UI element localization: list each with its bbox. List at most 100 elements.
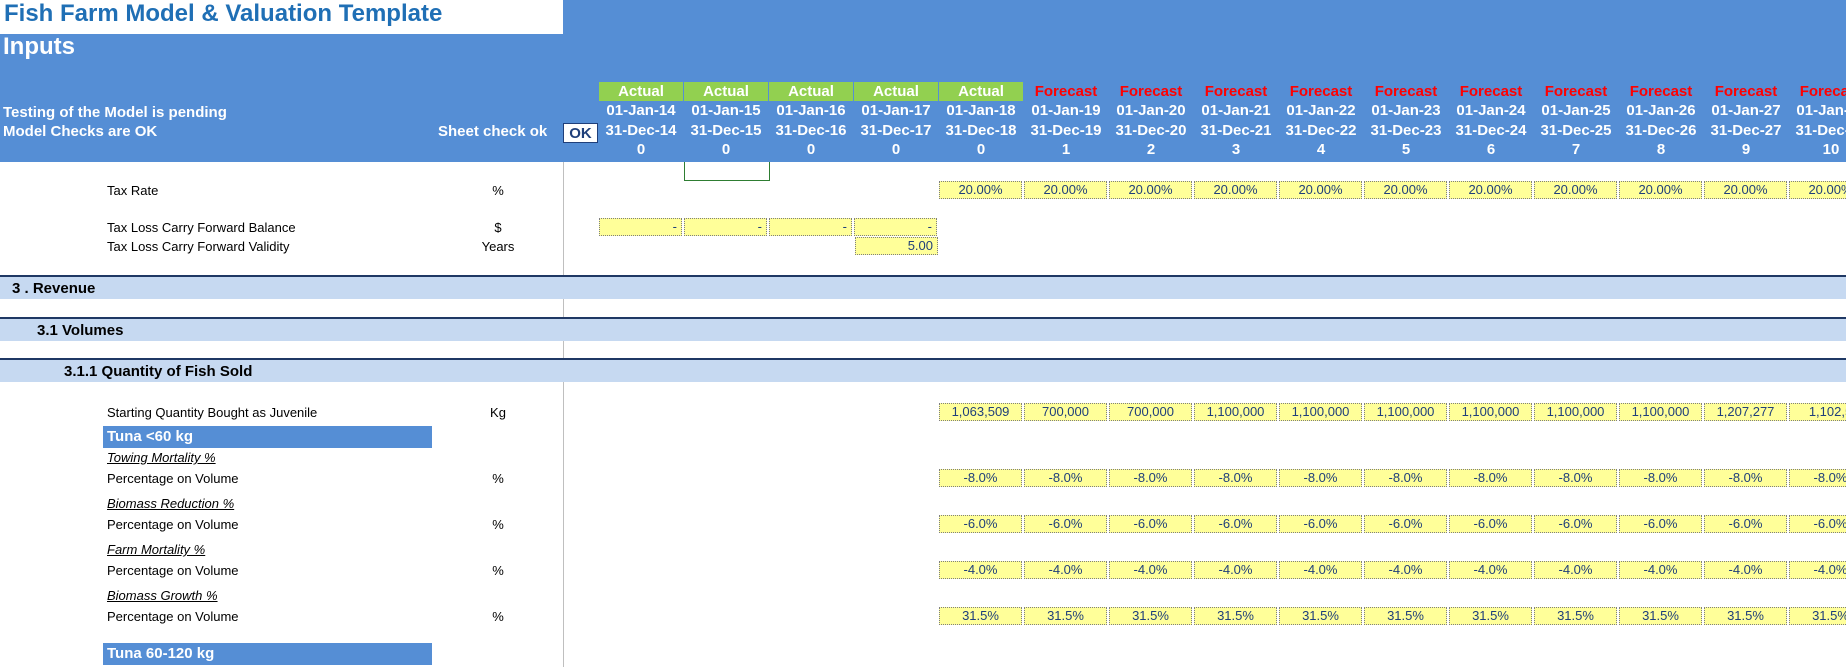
rate-row-unit: % xyxy=(492,471,504,486)
period-end-date: 31-Dec-14 xyxy=(605,122,677,139)
tax-rate-cell[interactable]: 20.00% xyxy=(1109,181,1192,199)
tax-rate-unit: % xyxy=(492,183,504,198)
rate-cell[interactable]: -8.0% xyxy=(1109,469,1192,487)
rate-cell[interactable]: -6.0% xyxy=(1279,515,1362,533)
rate-cell[interactable]: 31.5% xyxy=(1534,607,1617,625)
rate-cell[interactable]: -4.0% xyxy=(1194,561,1277,579)
starting-quantity-cell[interactable]: 1,100,000 xyxy=(1449,403,1532,421)
rate-cell[interactable]: -4.0% xyxy=(939,561,1022,579)
period-end-date: 31-Dec-25 xyxy=(1540,122,1612,139)
rate-cell[interactable]: -6.0% xyxy=(1619,515,1702,533)
starting-quantity-label: Starting Quantity Bought as Juvenile xyxy=(107,405,318,420)
rate-cell[interactable]: -4.0% xyxy=(1704,561,1787,579)
rate-cell[interactable]: -4.0% xyxy=(1789,561,1846,579)
rate-cell[interactable]: 31.5% xyxy=(1619,607,1702,625)
rate-cell[interactable]: 31.5% xyxy=(1024,607,1107,625)
rate-cell[interactable]: -4.0% xyxy=(1534,561,1617,579)
starting-quantity-cell[interactable]: 1,100,000 xyxy=(1194,403,1277,421)
tax-rate-cell[interactable]: 20.00% xyxy=(1279,181,1362,199)
sheet-check-label: Sheet check ok xyxy=(438,123,548,140)
tax-rate-cell[interactable]: 20.00% xyxy=(1194,181,1277,199)
tax-rate-cell[interactable]: 20.00% xyxy=(1534,181,1617,199)
tax-loss-balance-cell[interactable]: - xyxy=(684,218,767,236)
period-status: Forecast xyxy=(1629,83,1693,100)
starting-quantity-cell[interactable]: 1,100,000 xyxy=(1364,403,1447,421)
ok-badge[interactable]: OK xyxy=(563,123,598,143)
tax-loss-validity-cell[interactable]: 5.00 xyxy=(855,237,938,255)
rate-cell[interactable]: 31.5% xyxy=(1279,607,1362,625)
period-status: Actual xyxy=(769,82,853,101)
rate-cell[interactable]: -8.0% xyxy=(1364,469,1447,487)
rate-cell[interactable]: -6.0% xyxy=(1534,515,1617,533)
rate-cell[interactable]: -6.0% xyxy=(1789,515,1846,533)
period-status: Actual xyxy=(854,82,938,101)
period-end-date: 31-Dec-15 xyxy=(690,122,762,139)
starting-quantity-cell[interactable]: 1,063,509 xyxy=(939,403,1022,421)
period-index: 0 xyxy=(636,141,646,158)
tax-loss-balance-cell[interactable]: - xyxy=(854,218,937,236)
rate-cell[interactable]: -6.0% xyxy=(939,515,1022,533)
rate-cell[interactable]: -8.0% xyxy=(939,469,1022,487)
period-status: Actual xyxy=(939,82,1023,101)
rate-cell[interactable]: 31.5% xyxy=(1704,607,1787,625)
tax-rate-cell[interactable]: 20.00% xyxy=(1704,181,1787,199)
period-index: 0 xyxy=(721,141,731,158)
period-start-date: 01-Jan-14 xyxy=(606,102,676,119)
rate-cell[interactable]: -8.0% xyxy=(1704,469,1787,487)
rate-cell[interactable]: -4.0% xyxy=(1364,561,1447,579)
period-status: Actual xyxy=(599,82,683,101)
period-end-date: 31-Dec-23 xyxy=(1370,122,1442,139)
period-index: 2 xyxy=(1146,141,1156,158)
period-end-date: 31-Dec-18 xyxy=(945,122,1017,139)
rate-cell[interactable]: -4.0% xyxy=(1279,561,1362,579)
period-index: 7 xyxy=(1571,141,1581,158)
rate-cell[interactable]: -6.0% xyxy=(1704,515,1787,533)
rate-cell[interactable]: -8.0% xyxy=(1024,469,1107,487)
rate-cell[interactable]: -4.0% xyxy=(1619,561,1702,579)
rate-cell[interactable]: 31.5% xyxy=(1449,607,1532,625)
tax-rate-cell[interactable]: 20.00% xyxy=(1789,181,1846,199)
rate-cell[interactable]: -8.0% xyxy=(1619,469,1702,487)
tax-loss-balance-cell[interactable]: - xyxy=(769,218,852,236)
rate-cell[interactable]: -8.0% xyxy=(1449,469,1532,487)
starting-quantity-cell[interactable]: 1,207,277 xyxy=(1704,403,1787,421)
group-tuna-under-60: Tuna <60 kg xyxy=(103,426,432,448)
rate-cell[interactable]: 31.5% xyxy=(939,607,1022,625)
period-end-date: 31-Dec-24 xyxy=(1455,122,1527,139)
rate-cell[interactable]: 31.5% xyxy=(1789,607,1846,625)
rate-cell[interactable]: 31.5% xyxy=(1109,607,1192,625)
tax-rate-cell[interactable]: 20.00% xyxy=(1449,181,1532,199)
rate-cell[interactable]: -4.0% xyxy=(1109,561,1192,579)
period-end-date: 31-Dec-20 xyxy=(1115,122,1187,139)
rate-cell[interactable]: -6.0% xyxy=(1194,515,1277,533)
rate-cell[interactable]: -6.0% xyxy=(1364,515,1447,533)
rate-cell[interactable]: -6.0% xyxy=(1449,515,1532,533)
rate-cell[interactable]: -6.0% xyxy=(1024,515,1107,533)
rate-cell[interactable]: -6.0% xyxy=(1109,515,1192,533)
rate-cell[interactable]: -8.0% xyxy=(1789,469,1846,487)
rate-cell[interactable]: 31.5% xyxy=(1364,607,1447,625)
tax-loss-validity-unit: Years xyxy=(481,239,515,254)
tax-rate-cell[interactable]: 20.00% xyxy=(1024,181,1107,199)
tax-loss-balance-cell[interactable]: - xyxy=(599,218,682,236)
period-start-date: 01-Jan-18 xyxy=(946,102,1016,119)
period-start-date: 01-Jan-19 xyxy=(1031,102,1101,119)
rate-cell[interactable]: -8.0% xyxy=(1194,469,1277,487)
tax-rate-cell[interactable]: 20.00% xyxy=(1364,181,1447,199)
starting-quantity-cell[interactable]: 1,100,000 xyxy=(1534,403,1617,421)
rate-cell[interactable]: -8.0% xyxy=(1279,469,1362,487)
rate-section-title: Towing Mortality % xyxy=(107,450,216,465)
section-quantity-title: 3.1.1 Quantity of Fish Sold xyxy=(64,363,253,380)
rate-cell[interactable]: 31.5% xyxy=(1194,607,1277,625)
rate-cell[interactable]: -8.0% xyxy=(1534,469,1617,487)
rate-cell[interactable]: -4.0% xyxy=(1449,561,1532,579)
tax-rate-cell[interactable]: 20.00% xyxy=(939,181,1022,199)
starting-quantity-cell[interactable]: 1,100,000 xyxy=(1619,403,1702,421)
rate-section-title: Farm Mortality % xyxy=(107,542,206,557)
starting-quantity-cell[interactable]: 1,102,5 xyxy=(1789,403,1846,421)
tax-rate-cell[interactable]: 20.00% xyxy=(1619,181,1702,199)
rate-cell[interactable]: -4.0% xyxy=(1024,561,1107,579)
starting-quantity-cell[interactable]: 700,000 xyxy=(1109,403,1192,421)
starting-quantity-cell[interactable]: 1,100,000 xyxy=(1279,403,1362,421)
starting-quantity-cell[interactable]: 700,000 xyxy=(1024,403,1107,421)
